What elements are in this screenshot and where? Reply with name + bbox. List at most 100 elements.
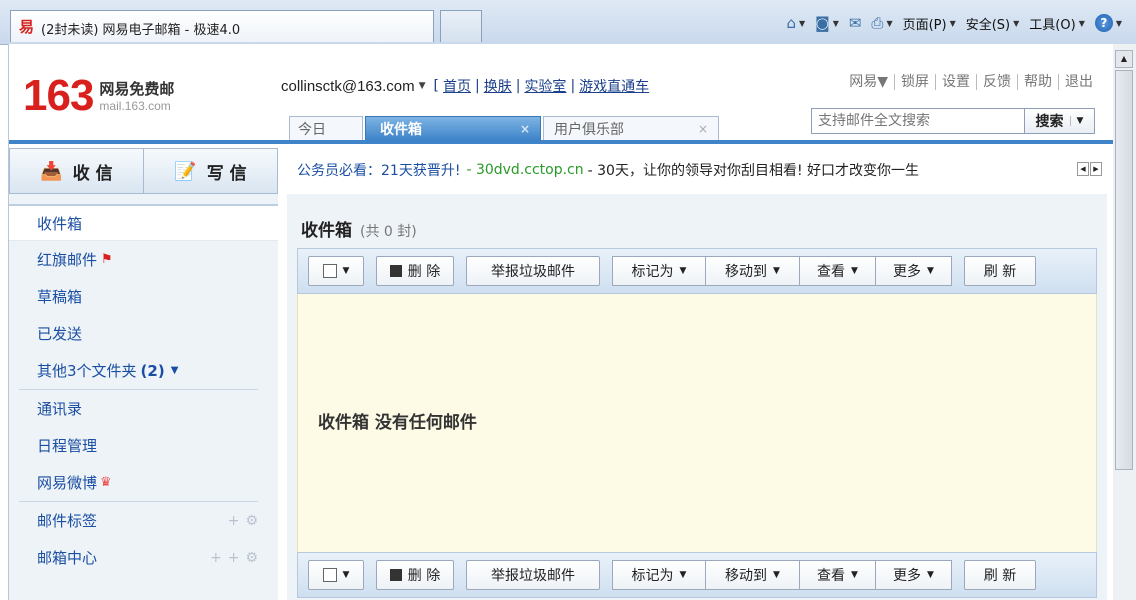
sidebar-item-contacts[interactable]: 通讯录 [9,390,278,427]
search-box: 搜索 ▼ [811,108,1095,134]
mark-as-dropdown[interactable]: 标记为 ▼ [612,256,706,286]
ad-prev-icon[interactable]: ◀ [1077,162,1089,176]
new-tab-button[interactable] [440,10,482,42]
search-dropdown-icon[interactable]: ▼ [1069,116,1083,126]
ad-banner[interactable]: 公务员必看：21天获晋升! - 30dvd.cctop.cn - 30天，让你的… [287,152,1107,188]
tab-today[interactable]: 今日 [289,116,363,140]
empty-message: 收件箱 没有任何邮件 [318,413,477,433]
link-settings[interactable]: 设置 [935,74,976,90]
sidebar-item-mailbox-center[interactable]: 邮箱中心 ++⚙ [9,539,278,576]
search-input[interactable] [812,109,1024,133]
link-skin[interactable]: 换肤 [484,76,512,96]
mail-button[interactable]: ✉ [849,14,862,32]
netease-favicon-icon: 易 [19,18,35,36]
sidebar-item-drafts[interactable]: 草稿箱 [9,278,278,315]
mail-icon: ✉ [848,14,862,32]
action-group: 标记为 ▼ 移动到 ▼ 查看 ▼ 更多 ▼ [612,560,952,590]
mail-tabs: 今日 收件箱 × 用户俱乐部 × [289,116,721,140]
search-button[interactable]: 搜索 ▼ [1024,109,1094,133]
sidebar-item-flagged[interactable]: 红旗邮件 ⚑ [9,241,278,278]
browser-command-bar: ⌂ ▼ ◙ ▼ ✉ ⎙ ▼ 页面(P) ▼ 安全(S) ▼ 工具(O) ▼ ? ▼ [786,12,1122,34]
ad-text-3[interactable]: - 30天，让你的领导对你刮目相看! 好口才改变你一生 [588,160,919,180]
ad-next-icon[interactable]: ▶ [1090,162,1102,176]
checkbox-icon[interactable] [322,568,337,582]
view-dropdown[interactable]: 查看 ▼ [800,560,876,590]
empty-mail-list: 收件箱 没有任何邮件 [297,294,1097,552]
sidebar-item-sent[interactable]: 已发送 [9,315,278,352]
browser-tab[interactable]: 易 (2封未读) 网易电子邮箱 - 极速4.0 [10,10,434,42]
tools-menu[interactable]: 工具(O) ▼ [1029,14,1085,33]
home-button[interactable]: ⌂ ▼ [786,14,805,32]
link-lock[interactable]: 锁屏 [894,74,935,90]
delete-icon [389,569,402,581]
logo-title: 网易免费邮 [99,80,175,98]
report-spam-button[interactable]: 举报垃圾邮件 [466,256,600,286]
link-lab[interactable]: 实验室 [524,76,566,96]
compose-button[interactable]: 📝 写 信 [143,149,277,193]
safety-menu[interactable]: 安全(S) ▼ [966,14,1020,33]
move-to-dropdown[interactable]: 移动到 ▼ [706,560,800,590]
compose-bar: 📥 收 信 📝 写 信 [9,148,278,194]
sidebar-item-calendar[interactable]: 日程管理 [9,427,278,464]
ad-text-1[interactable]: 公务员必看：21天获晋升! [297,160,460,180]
account-dropdown-icon[interactable]: ▼ [419,81,426,91]
report-spam-button[interactable]: 举报垃圾邮件 [466,560,600,590]
chevron-down-icon[interactable]: ▼ [171,365,179,376]
mail-page: 163 网易免费邮 mail.163.com collinsctk@163.co… [8,44,1113,600]
help-menu[interactable]: ? ▼ [1094,14,1122,32]
select-all-dropdown[interactable]: ▼ [308,256,364,286]
scrollbar-thumb[interactable] [1115,70,1133,470]
ad-text-2[interactable]: - 30dvd.cctop.cn [466,162,583,178]
checkbox-icon[interactable] [322,264,337,278]
sidebar-item-weibo[interactable]: 网易微博 ♛ [9,464,278,501]
sidebar-item-mail-tags[interactable]: 邮件标签 +⚙ [9,502,278,539]
close-icon[interactable]: × [520,122,530,136]
print-button[interactable]: ⎙ ▼ [871,14,892,32]
link-games[interactable]: 游戏直通车 [579,76,649,96]
more-dropdown[interactable]: 更多 ▼ [876,256,952,286]
mark-as-dropdown[interactable]: 标记为 ▼ [612,560,706,590]
sidebar-item-other-folders[interactable]: 其他3个文件夹 (2) ▼ [9,352,278,389]
link-home[interactable]: 首页 [443,76,471,96]
logo[interactable]: 163 网易免费邮 mail.163.com [23,74,174,118]
link-feedback[interactable]: 反馈 [976,74,1017,90]
select-all-dropdown[interactable]: ▼ [308,560,364,590]
link-help[interactable]: 帮助 [1017,74,1058,90]
account-email[interactable]: collinsctk@163.com [281,78,415,95]
link-logout[interactable]: 退出 [1058,74,1099,90]
sidebar-nav: 收件箱 红旗邮件 ⚑ 草稿箱 已发送 其他3个文件夹 (2) ▼ 通讯录 日程管理 网… [9,204,278,576]
header-divider [9,140,1113,144]
scroll-up-icon[interactable]: ▲ [1115,50,1133,68]
tab-inbox[interactable]: 收件箱 × [365,116,541,140]
add-settings-icon[interactable]: +⚙ [228,513,264,529]
red-flag-icon: ⚑ [101,252,113,267]
printer-icon: ⎙ [871,14,884,32]
delete-icon [389,265,402,277]
weibo-icon: ♛ [100,475,112,490]
logo-number: 163 [23,71,94,120]
refresh-button[interactable]: 刷 新 [964,560,1036,590]
refresh-button[interactable]: 刷 新 [964,256,1036,286]
feeds-button[interactable]: ◙ ▼ [815,14,839,32]
account-bar: collinsctk@163.com ▼ [ 首页 | 换肤 | 实验室 | 游戏直通… [281,76,650,96]
receive-button[interactable]: 📥 收 信 [10,149,143,193]
page-title: 收件箱 (共 0 封) [301,221,417,241]
close-icon[interactable]: × [698,122,708,136]
sidebar-item-inbox[interactable]: 收件箱 [9,204,278,241]
delete-button[interactable]: 删 除 [376,256,454,286]
link-netease[interactable]: 网易▼ [843,74,894,90]
delete-button[interactable]: 删 除 [376,560,454,590]
vertical-scrollbar[interactable]: ▲ [1112,44,1136,600]
mail-toolbar-bottom: ▼ 删 除 举报垃圾邮件 标记为 ▼ 移动到 ▼ 查看 ▼ 更多 ▼ 刷 新 [297,552,1097,598]
page-menu[interactable]: 页面(P) ▼ [903,14,956,33]
unread-badge: (2) [140,361,165,380]
view-dropdown[interactable]: 查看 ▼ [800,256,876,286]
tab-user-club[interactable]: 用户俱乐部 × [543,116,719,140]
compose-icon: 📝 [174,160,197,182]
move-to-dropdown[interactable]: 移动到 ▼ [706,256,800,286]
add-settings-icon[interactable]: ++⚙ [210,550,264,566]
rss-icon: ◙ [815,14,830,32]
receive-icon: 📥 [40,160,63,182]
top-links: 网易▼ 锁屏 设置 反馈 帮助 退出 [843,74,1099,90]
more-dropdown[interactable]: 更多 ▼ [876,560,952,590]
